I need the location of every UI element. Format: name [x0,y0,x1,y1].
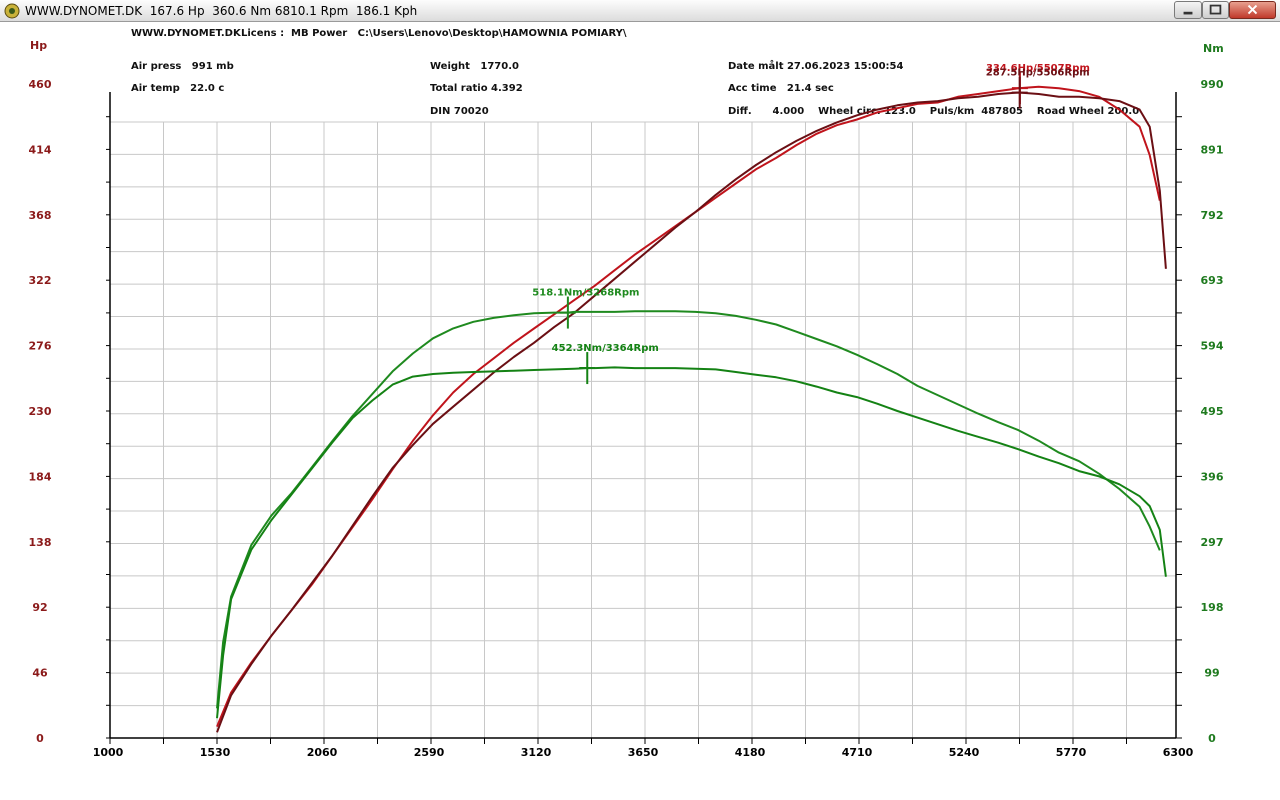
close-button[interactable] [1229,1,1276,19]
nm-tick-label: 990 [1201,78,1224,91]
nm-tick-label: 495 [1201,405,1224,418]
total-ratio-label: Total ratio 4.392 [430,83,523,94]
x-tick-label: 2060 [307,746,338,759]
air-temp-label: Air temp 22.0 c [131,83,225,94]
x-tick-label: 5770 [1056,746,1087,759]
minimize-button[interactable] [1174,1,1202,19]
minimize-icon [1183,11,1193,15]
nm-tick-label: 693 [1201,274,1224,287]
hp-tick-label: 322 [29,274,52,287]
acc-time-label: Acc time 21.4 sec [728,83,834,94]
diff-label: Diff. 4.000 Wheel circ. 123.0 Puls/km 48… [728,106,1140,117]
x-tick-label: 5240 [949,746,980,759]
hp-tick-label: 0 [36,732,44,745]
hp-tick-label: 138 [29,536,52,549]
close-icon [1247,4,1258,15]
series-line-1 [216,85,1161,727]
window-title: WWW.DYNOMET.DK 167.6 Hp 360.6 Nm 6810.1 … [25,4,418,18]
din-label: DIN 70020 [430,106,489,117]
weight-label: Weight 1770.0 [430,61,519,72]
hp-tick-label: 368 [29,209,52,222]
air-press-label: Air press 991 mb [131,61,234,72]
hp-tick-label: 92 [32,601,47,614]
date-label: Date målt 27.06.2023 15:00:54 [728,61,904,72]
peak-annotation-1: 334.6Hp/5507Rpm [986,63,1090,74]
window-titlebar: WWW.DYNOMET.DK 167.6 Hp 360.6 Nm 6810.1 … [0,0,1280,22]
hp-axis-title: Hp [30,39,48,52]
nm-tick-label: 198 [1201,601,1224,614]
app-icon [4,3,20,19]
x-tick-label: 1530 [200,746,231,759]
site-label: WWW.DYNOMET.DK [131,28,241,39]
x-tick-label: 3650 [628,746,659,759]
nm-tick-label: 594 [1201,340,1224,353]
maximize-icon [1209,4,1222,15]
dyno-chart: 0 46 92 138 184 230 276 322 368 414 460 0 99 198 297 39… [29,63,1224,759]
x-tick-label: 2590 [414,746,445,759]
x-tick-label: 6300 [1163,746,1194,759]
x-tick-label: 4710 [842,746,873,759]
series-line-3 [216,310,1161,709]
maximize-button[interactable] [1202,1,1229,19]
nm-tick-label: 99 [1204,667,1219,680]
nm-tick-label: 297 [1201,536,1224,549]
x-tick-label: 3120 [521,746,552,759]
nm-axis-title: Nm [1203,42,1224,55]
peak-annotation-2: 287.5Hp/5506Rpm [986,68,1090,79]
nm-tick-label: 891 [1201,143,1224,156]
hp-tick-label: 276 [29,340,52,353]
licens-label: Licens : MB Power C:\Users\Lenovo\Deskto… [241,28,627,39]
nm-tick-label: 0 [1208,732,1216,745]
hp-tick-label: 414 [29,143,52,156]
nm-tick-label: 396 [1201,470,1224,483]
peak-annotation-3: 518.1Nm/3268Rpm [532,288,639,299]
x-tick-label: 4180 [735,746,766,759]
x-tick-label: 1000 [93,746,124,759]
series-line-4 [216,366,1167,719]
hp-tick-label: 184 [29,470,52,483]
peak-annotation-4: 452.3Nm/3364Rpm [552,343,659,354]
series-line-2 [216,91,1167,733]
nm-tick-label: 792 [1201,209,1224,222]
hp-tick-label: 460 [29,78,52,91]
hp-tick-label: 46 [32,667,48,680]
hp-tick-label: 230 [29,405,52,418]
